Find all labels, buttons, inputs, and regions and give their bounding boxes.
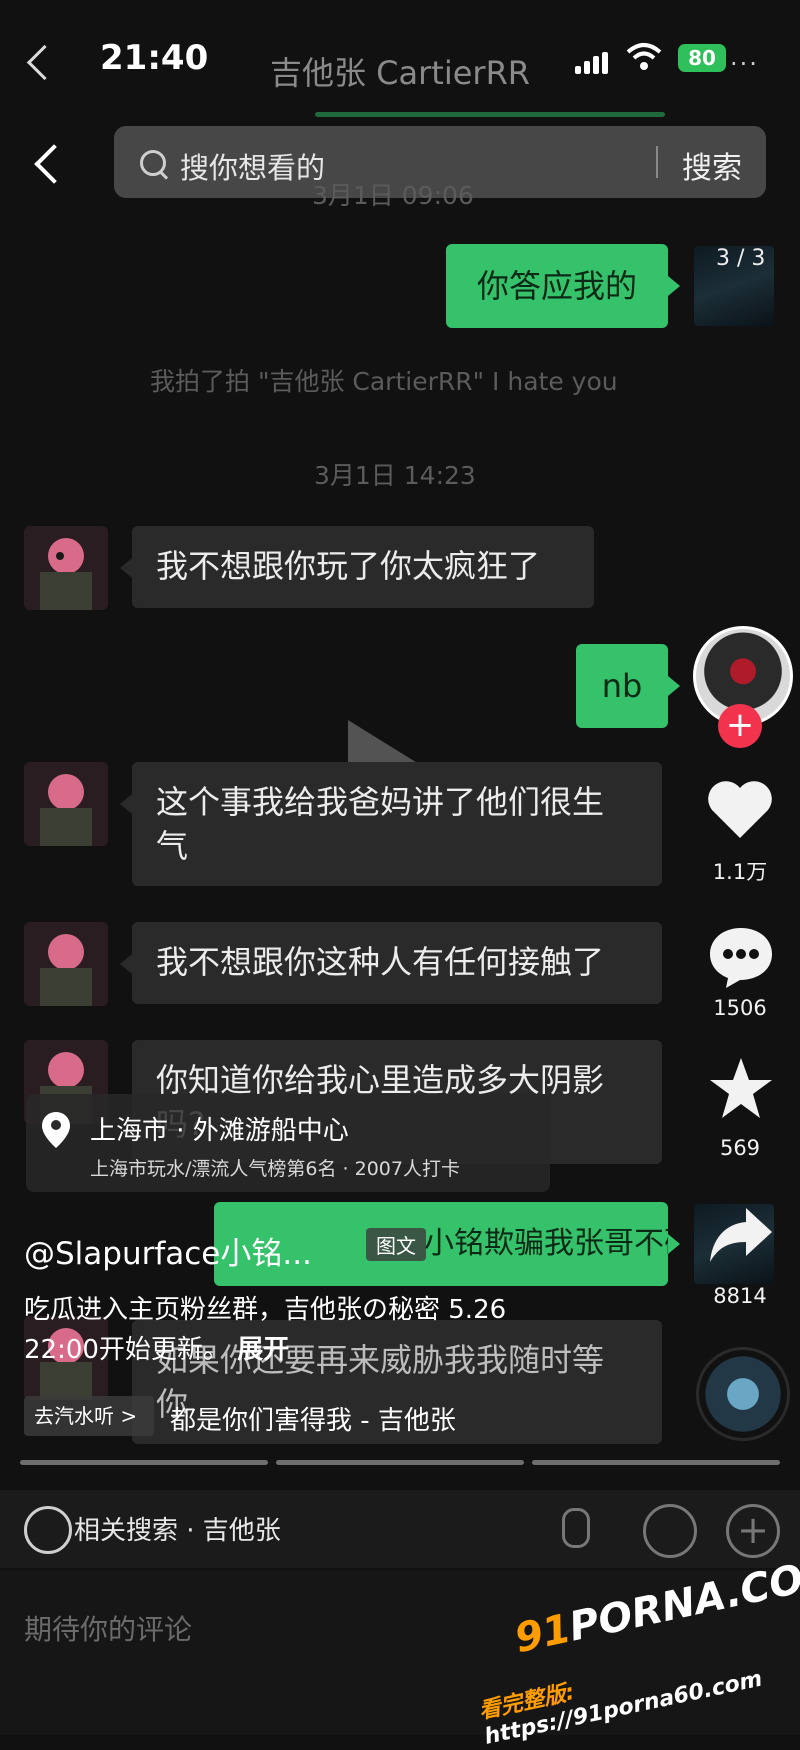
more-icon[interactable]: ··· bbox=[730, 50, 759, 78]
bubble-tail bbox=[668, 276, 680, 296]
star-icon[interactable] bbox=[708, 1056, 774, 1120]
back-chevron-icon[interactable] bbox=[34, 144, 74, 184]
bubble-tail bbox=[120, 794, 132, 814]
chat-timestamp: 3月1日 14:23 bbox=[314, 461, 476, 490]
description-line-2: 22:00开始更新。 bbox=[24, 1335, 229, 1365]
follow-button[interactable]: + bbox=[718, 704, 762, 748]
search-input[interactable]: 搜你想看的 bbox=[180, 145, 325, 187]
back-arrow-icon[interactable] bbox=[26, 44, 63, 81]
message-line: 这个事我给我爸妈讲了他们很生 bbox=[156, 783, 605, 821]
chat-title: 吉他张 CartierRR bbox=[270, 54, 531, 92]
message-bubble-out: 你答应我的 bbox=[446, 244, 668, 328]
search-divider bbox=[656, 146, 658, 178]
page-indicator: 3 / 3 bbox=[716, 246, 766, 271]
music-title[interactable]: 都是你们害得我 - 吉他张 bbox=[170, 1400, 456, 1437]
status-time: 21:40 bbox=[100, 38, 209, 78]
battery-indicator: 80 bbox=[678, 44, 726, 72]
search-icon bbox=[140, 150, 166, 176]
bubble-tail bbox=[120, 558, 132, 578]
search-button[interactable]: 搜索 bbox=[682, 143, 742, 187]
progress-segment bbox=[20, 1460, 268, 1465]
heart-icon[interactable] bbox=[706, 778, 774, 840]
bubble-tail bbox=[668, 676, 680, 696]
description-line: 22:00开始更新。 展开 bbox=[24, 1330, 604, 1370]
like-count: 1.1万 bbox=[712, 860, 768, 884]
microphone-icon[interactable] bbox=[562, 1508, 590, 1548]
related-search-text[interactable]: 相关搜索 · 吉他张 bbox=[74, 1510, 281, 1547]
related-search-icon bbox=[24, 1506, 72, 1554]
comment-input[interactable]: 期待你的评论 bbox=[24, 1608, 192, 1648]
post-description: 吃瓜进入主页粉丝群，吉他张の秘密 5.26 22:00开始更新。 展开 bbox=[24, 1290, 604, 1370]
add-icon[interactable]: + bbox=[726, 1504, 780, 1558]
expand-link[interactable]: 展开 bbox=[237, 1335, 289, 1365]
chat-timestamp: 3月1日 09:06 bbox=[312, 181, 474, 210]
title-underline bbox=[315, 112, 665, 117]
favorite-count: 569 bbox=[719, 1136, 761, 1160]
music-disc-icon[interactable] bbox=[696, 1347, 790, 1441]
bubble-tail bbox=[120, 954, 132, 974]
location-subtitle: 上海市玩水/漂流人气榜第6名 · 2007人打卡 bbox=[90, 1158, 460, 1180]
comment-count: 1506 bbox=[713, 996, 767, 1020]
progress-segment bbox=[276, 1460, 524, 1465]
bubble-tail bbox=[668, 1234, 680, 1254]
share-icon[interactable] bbox=[708, 1206, 774, 1264]
location-pin-icon bbox=[42, 1112, 70, 1148]
emoji-icon[interactable] bbox=[643, 1504, 697, 1558]
message-text: 小铭欺骗我张哥不确定? bbox=[424, 1226, 668, 1261]
message-bubble-in: 这个事我给我爸妈讲了他们很生 气 bbox=[132, 762, 662, 886]
message-bubble-in: 我不想跟你玩了你太疯狂了 bbox=[132, 526, 594, 608]
message-line: 气 bbox=[156, 827, 189, 865]
comment-icon[interactable] bbox=[706, 924, 776, 990]
message-bubble-in: 我不想跟你这种人有任何接触了 bbox=[132, 922, 662, 1004]
signal-icon bbox=[575, 52, 609, 74]
post-type-tag: 图文 bbox=[366, 1228, 426, 1261]
post-author[interactable]: @Slapurface小铭... bbox=[24, 1228, 312, 1273]
message-bubble-out: nb bbox=[576, 644, 668, 728]
wifi-icon bbox=[626, 43, 662, 70]
contact-avatar[interactable] bbox=[24, 526, 108, 610]
progress-segment bbox=[532, 1460, 780, 1465]
contact-avatar[interactable] bbox=[24, 922, 108, 1006]
description-line: 吃瓜进入主页粉丝群，吉他张の秘密 5.26 bbox=[24, 1295, 507, 1325]
share-count: 8814 bbox=[713, 1284, 767, 1308]
music-chip[interactable]: 去汽水听 > bbox=[24, 1396, 154, 1436]
contact-avatar[interactable] bbox=[24, 762, 108, 846]
location-title: 上海市 · 外滩游船中心 bbox=[90, 1116, 349, 1146]
system-message: 我拍了拍 "吉他张 CartierRR" I hate you bbox=[150, 367, 618, 396]
